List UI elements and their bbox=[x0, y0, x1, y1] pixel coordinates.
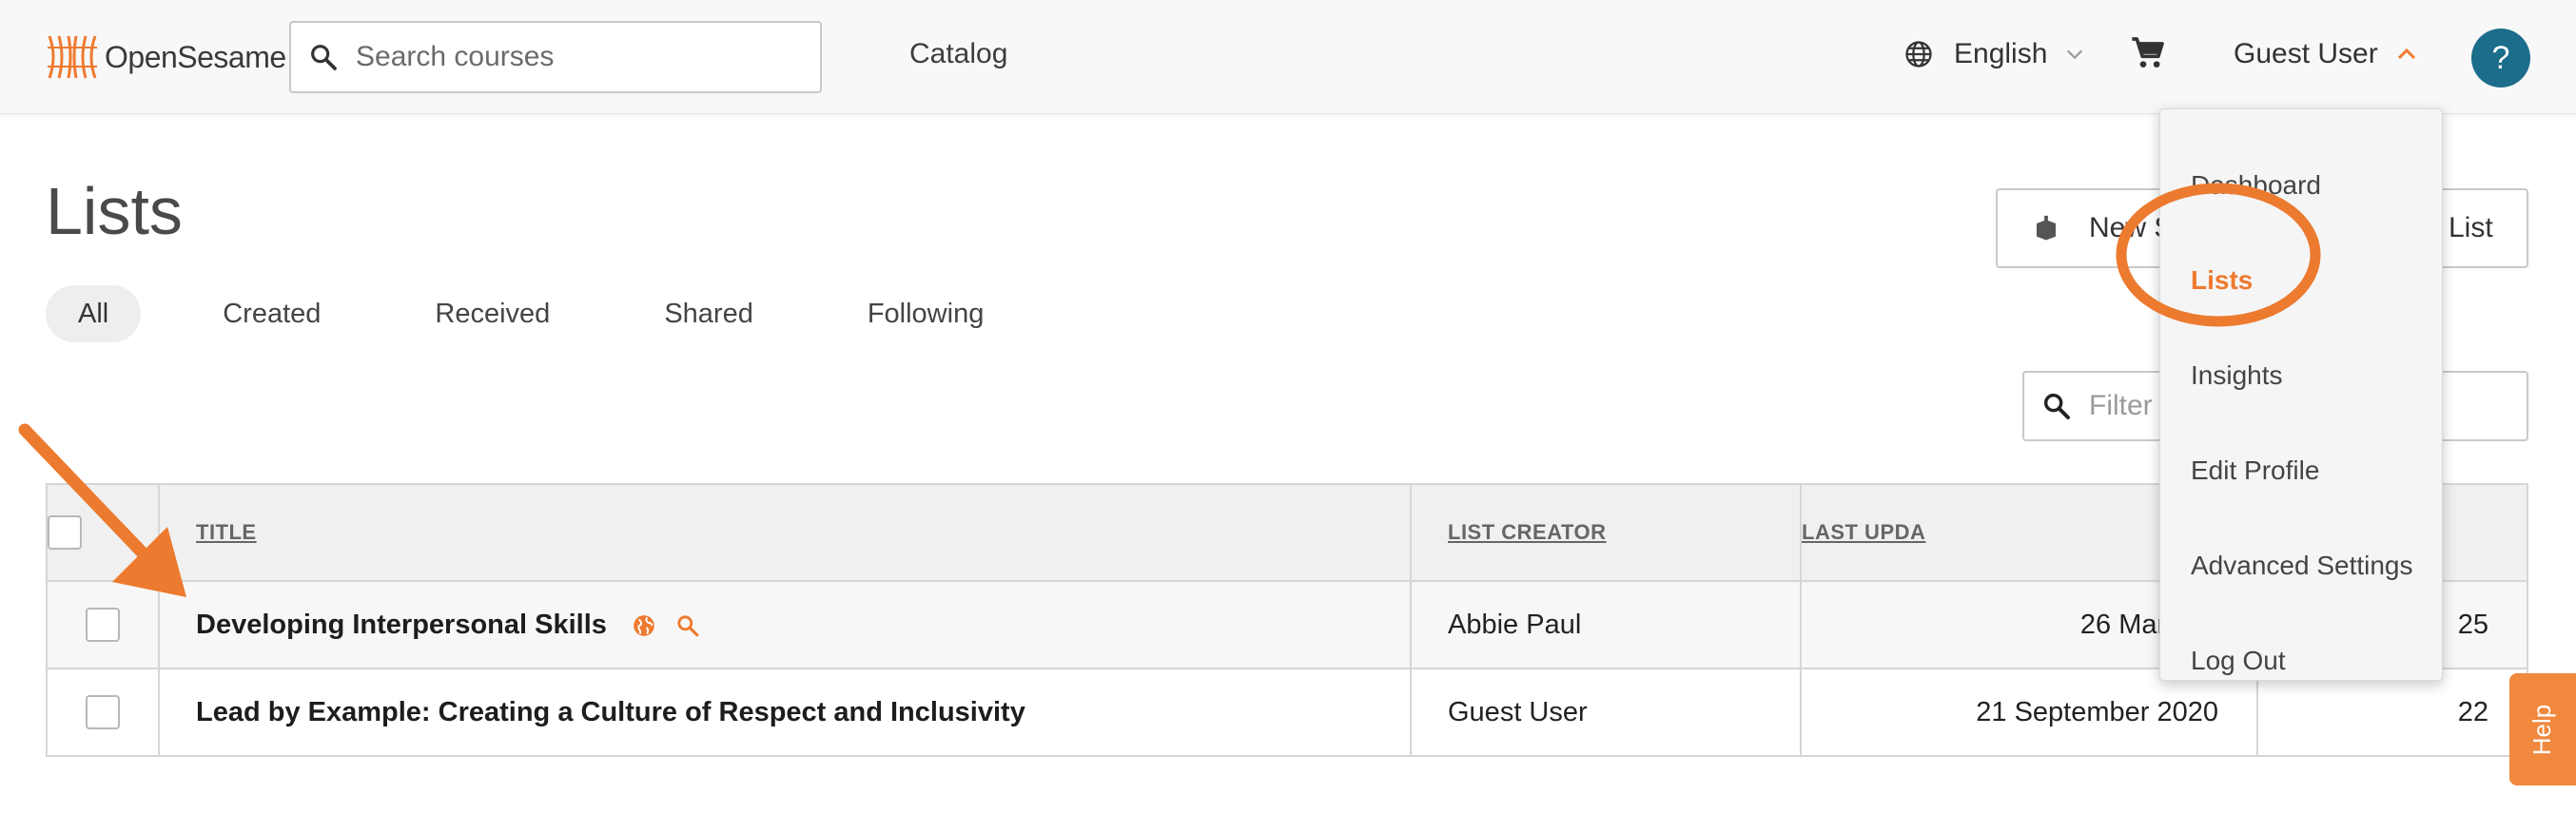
list-title-link[interactable]: Lead by Example: Creating a Culture of R… bbox=[196, 697, 1025, 727]
search-icon bbox=[311, 45, 337, 70]
menu-item-edit-profile[interactable]: Edit Profile bbox=[2160, 423, 2442, 518]
page-title: Lists bbox=[46, 174, 183, 248]
menu-item-insights[interactable]: Insights bbox=[2160, 328, 2442, 423]
row-select-cell bbox=[46, 668, 160, 757]
menu-item-lists[interactable]: Lists bbox=[2160, 233, 2442, 328]
row-checkbox[interactable] bbox=[86, 608, 120, 642]
user-dropdown-menu: Dashboard Lists Insights Edit Profile Ad… bbox=[2159, 108, 2443, 681]
row-checkbox[interactable] bbox=[86, 695, 120, 729]
tab-following[interactable]: Following bbox=[835, 285, 1017, 342]
public-globe-icon bbox=[634, 615, 654, 636]
menu-item-log-out[interactable]: Log Out bbox=[2160, 613, 2442, 708]
chevron-down-icon bbox=[2067, 49, 2083, 60]
select-all-checkbox[interactable] bbox=[48, 515, 82, 550]
search-icon bbox=[2043, 393, 2070, 419]
cart-icon[interactable] bbox=[2129, 34, 2167, 72]
column-header-list-creator[interactable]: LIST CREATOR bbox=[1410, 483, 1802, 582]
tab-created[interactable]: Created bbox=[190, 285, 353, 342]
tab-received[interactable]: Received bbox=[402, 285, 582, 342]
list-creator-cell: Abbie Paul bbox=[1410, 580, 1802, 669]
user-menu-toggle[interactable]: Guest User bbox=[2234, 38, 2418, 70]
help-side-tab[interactable]: Help bbox=[2509, 673, 2576, 785]
table-row[interactable]: Developing Interpersonal Skills Abbie Pa… bbox=[46, 580, 2528, 669]
list-title-link[interactable]: Developing Interpersonal Skills bbox=[196, 610, 607, 640]
menu-item-advanced-settings[interactable]: Advanced Settings bbox=[2160, 518, 2442, 613]
searchable-icon bbox=[677, 615, 699, 637]
list-filter-tabs: All Created Received Shared Following bbox=[46, 285, 1065, 342]
list-creator-cell: Guest User bbox=[1410, 668, 1802, 757]
new-list-label-end: List bbox=[2449, 212, 2493, 243]
column-header-title[interactable]: TITLE bbox=[158, 483, 1412, 582]
course-search-box[interactable] bbox=[289, 21, 822, 93]
list-title-cell: Lead by Example: Creating a Culture of R… bbox=[158, 668, 1412, 757]
logo-text: OpenSesame bbox=[105, 39, 286, 74]
menu-item-dashboard[interactable]: Dashboard bbox=[2160, 138, 2442, 233]
top-navigation-bar: OpenSesame Catalog English Guest User ? bbox=[0, 0, 2576, 114]
book-icon bbox=[2037, 215, 2056, 241]
help-side-tab-label: Help bbox=[2527, 704, 2557, 755]
list-status-icons bbox=[632, 613, 719, 638]
catalog-link[interactable]: Catalog bbox=[909, 38, 1007, 70]
opensesame-logo-icon bbox=[48, 35, 97, 79]
language-selector[interactable]: English bbox=[1904, 38, 2085, 70]
select-all-cell bbox=[46, 483, 160, 582]
row-select-cell bbox=[46, 580, 160, 669]
user-name: Guest User bbox=[2234, 38, 2378, 69]
tab-all[interactable]: All bbox=[46, 285, 142, 342]
help-button[interactable]: ? bbox=[2471, 29, 2530, 87]
tab-shared[interactable]: Shared bbox=[632, 285, 786, 342]
table-row[interactable]: Lead by Example: Creating a Culture of R… bbox=[46, 668, 2528, 757]
table-header-row: TITLE LIST CREATOR LAST UPDA SES bbox=[46, 483, 2528, 582]
lists-table: TITLE LIST CREATOR LAST UPDA SES Develop… bbox=[46, 483, 2528, 757]
search-input[interactable] bbox=[356, 41, 793, 73]
globe-icon bbox=[1905, 41, 1932, 68]
chevron-up-icon bbox=[2397, 48, 2415, 60]
language-label: English bbox=[1954, 38, 2048, 69]
opensesame-logo[interactable]: OpenSesame bbox=[44, 30, 286, 84]
list-title-cell: Developing Interpersonal Skills bbox=[158, 580, 1412, 669]
